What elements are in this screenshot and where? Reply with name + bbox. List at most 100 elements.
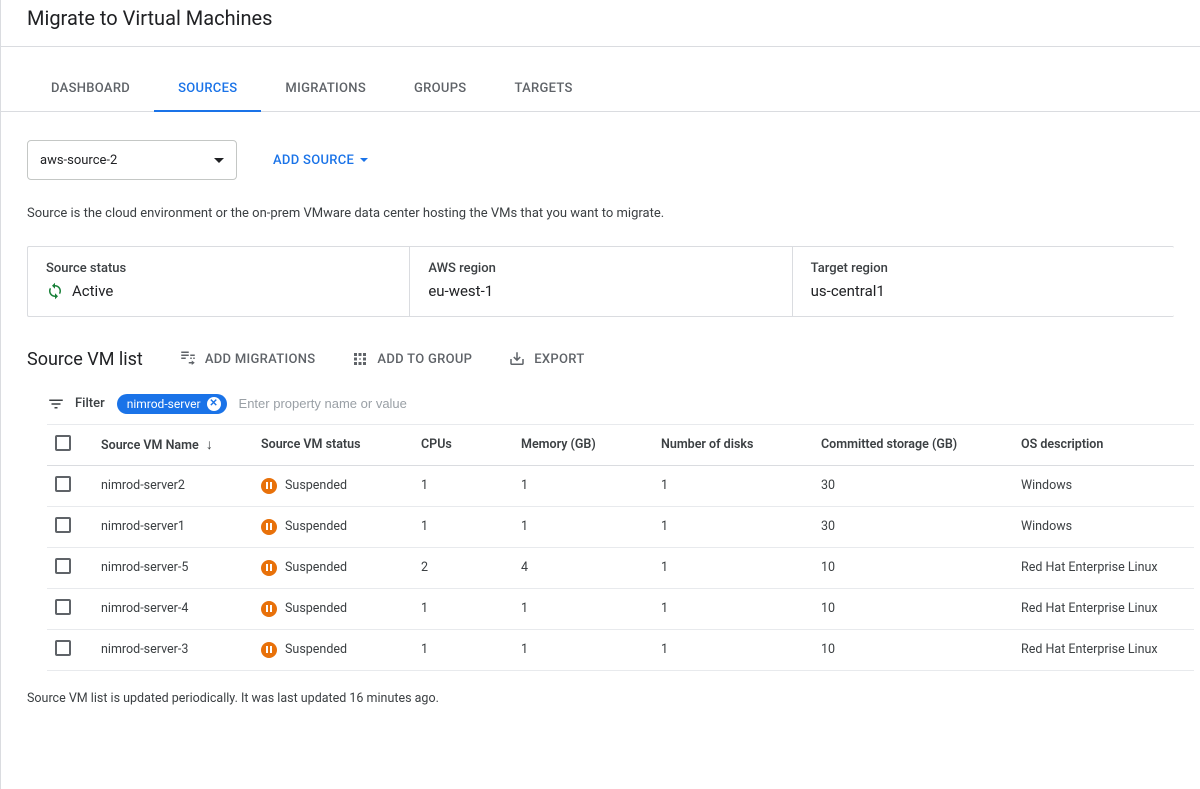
filter-input[interactable] (239, 396, 499, 411)
add-migrations-icon (179, 350, 197, 368)
cell-disks: 1 (653, 629, 813, 670)
cell-status: Suspended (261, 560, 405, 576)
table-row: nimrod-server2Suspended11130Windows (47, 465, 1194, 506)
cell-cpus: 2 (413, 547, 513, 588)
cell-disks: 1 (653, 506, 813, 547)
pause-icon (261, 642, 277, 658)
source-status-label: Source status (46, 261, 391, 276)
cell-os: Red Hat Enterprise Linux (1013, 547, 1194, 588)
col-cpus-header[interactable]: CPUs (413, 424, 513, 465)
aws-region-value: eu-west-1 (428, 282, 773, 300)
filter-chip-text: nimrod-server (127, 397, 201, 411)
col-memory-header[interactable]: Memory (GB) (513, 424, 653, 465)
source-description: Source is the cloud environment or the o… (27, 204, 747, 224)
active-status-icon (46, 282, 64, 300)
add-migrations-button[interactable]: ADD MIGRATIONS (179, 350, 316, 368)
cell-status: Suspended (261, 601, 405, 617)
cell-disks: 1 (653, 465, 813, 506)
cell-name: nimrod-server1 (93, 506, 253, 547)
cell-storage: 10 (813, 629, 1013, 670)
cell-os: Red Hat Enterprise Linux (1013, 588, 1194, 629)
divider (1, 46, 1200, 47)
cell-cpus: 1 (413, 588, 513, 629)
pause-icon (261, 560, 277, 576)
table-row: nimrod-server-3Suspended11110Red Hat Ent… (47, 629, 1194, 670)
source-status-value: Active (72, 282, 113, 300)
cell-name: nimrod-server2 (93, 465, 253, 506)
add-source-label: ADD SOURCE (273, 153, 354, 168)
export-icon (508, 350, 526, 368)
source-select[interactable]: aws-source-2 (27, 140, 237, 180)
export-label: EXPORT (534, 352, 584, 367)
target-region-value: us-central1 (811, 282, 1156, 300)
sort-down-icon: ↓ (206, 437, 213, 453)
row-checkbox[interactable] (55, 599, 71, 615)
cell-memory: 1 (513, 506, 653, 547)
add-to-group-label: ADD TO GROUP (377, 352, 472, 367)
cell-storage: 10 (813, 588, 1013, 629)
cell-disks: 1 (653, 547, 813, 588)
cell-status: Suspended (261, 519, 405, 535)
chevron-down-icon (360, 158, 368, 162)
cell-cpus: 1 (413, 629, 513, 670)
chevron-down-icon (214, 158, 224, 163)
cell-disks: 1 (653, 588, 813, 629)
cell-cpus: 1 (413, 506, 513, 547)
cell-memory: 4 (513, 547, 653, 588)
section-title: Source VM list (27, 349, 143, 370)
table-row: nimrod-server-5 Suspended 24110Red Hat Ent… (47, 547, 1194, 588)
add-to-group-icon (351, 350, 369, 368)
tab-dashboard[interactable]: DASHBOARD (27, 69, 154, 111)
cell-memory: 1 (513, 629, 653, 670)
pause-icon (261, 478, 277, 494)
row-checkbox[interactable] (55, 640, 71, 656)
cell-cpus: 1 (413, 465, 513, 506)
cell-os: Red Hat Enterprise Linux (1013, 629, 1194, 670)
tab-groups[interactable]: GROUPS (390, 69, 490, 111)
cell-os: Windows (1013, 506, 1194, 547)
col-os-header[interactable]: OS description (1013, 424, 1194, 465)
pause-icon (261, 601, 277, 617)
aws-region-label: AWS region (428, 261, 773, 276)
close-icon[interactable]: ✕ (207, 397, 221, 411)
col-storage-header[interactable]: Committed storage (GB) (813, 424, 1013, 465)
vm-table: Source VM Name ↓ Source VM status CPUs M… (47, 424, 1194, 671)
col-disks-header[interactable]: Number of disks (653, 424, 813, 465)
cell-storage: 30 (813, 465, 1013, 506)
filter-icon (47, 395, 65, 413)
tabs: DASHBOARDSOURCESMIGRATIONSGROUPSTARGETS (1, 69, 1200, 112)
row-checkbox[interactable] (55, 476, 71, 492)
source-select-value: aws-source-2 (40, 153, 117, 168)
cell-name: nimrod-server-3 (93, 629, 253, 670)
add-migrations-label: ADD MIGRATIONS (205, 352, 316, 367)
filter-row: Filter nimrod-server ✕ (27, 394, 1174, 414)
table-row: nimrod-server-4Suspended11110Red Hat Ent… (47, 588, 1194, 629)
cell-status: Suspended (261, 642, 405, 658)
target-region-label: Target region (811, 261, 1156, 276)
filter-chip[interactable]: nimrod-server ✕ (117, 394, 227, 414)
add-source-button[interactable]: ADD SOURCE (273, 153, 368, 168)
cell-status: Suspended (261, 478, 405, 494)
cell-os: Windows (1013, 465, 1194, 506)
tab-sources[interactable]: SOURCES (154, 69, 261, 112)
tab-migrations[interactable]: MIGRATIONS (261, 69, 390, 111)
add-to-group-button[interactable]: ADD TO GROUP (351, 350, 472, 368)
col-status-header[interactable]: Source VM status (253, 424, 413, 465)
row-checkbox[interactable] (55, 517, 71, 533)
cell-storage: 30 (813, 506, 1013, 547)
tab-targets[interactable]: TARGETS (490, 69, 596, 111)
cell-memory: 1 (513, 465, 653, 506)
select-all-checkbox[interactable] (55, 435, 71, 451)
table-row: nimrod-server1Suspended11130Windows (47, 506, 1194, 547)
pause-icon (261, 519, 277, 535)
col-name-header[interactable]: Source VM Name (101, 438, 199, 453)
filter-label-text: Filter (75, 396, 105, 411)
cell-memory: 1 (513, 588, 653, 629)
status-panel: Source status Active AWS region eu-west-… (27, 246, 1174, 317)
cell-name: nimrod-server-5 (93, 547, 253, 588)
row-checkbox[interactable] (55, 558, 71, 574)
page-title: Migrate to Virtual Machines (1, 0, 1200, 46)
cell-storage: 10 (813, 547, 1013, 588)
footer-note: Source VM list is updated periodically. … (27, 691, 1174, 706)
export-button[interactable]: EXPORT (508, 350, 584, 368)
